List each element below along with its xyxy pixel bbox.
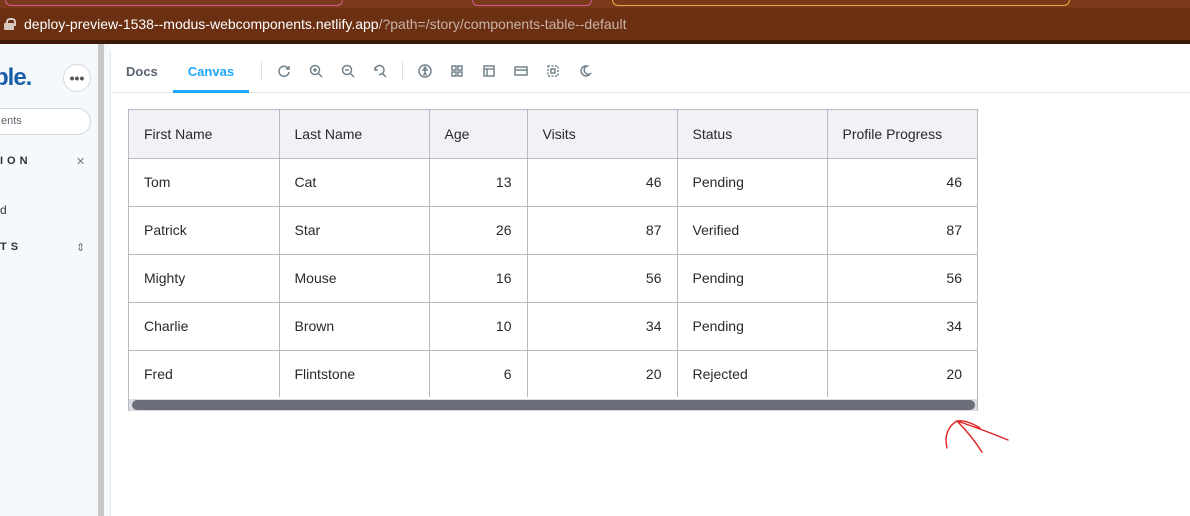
table-row: Fred Flintstone 6 20 Rejected 20 [129,350,977,397]
table-row: Patrick Star 26 87 Verified 87 [129,206,977,255]
address-bar[interactable]: deploy-preview-1538--modus-webcomponents… [0,8,1190,40]
table-row: Tom Cat 13 46 Pending 46 [129,158,977,207]
preview-panel: Docs Canvas First Name Last Name Age Vis… [110,50,1190,516]
table-cell: 34 [527,302,678,351]
table-cell: Rejected [677,350,828,397]
column-header[interactable]: Status [677,110,828,159]
storybook-sidebar: ble. ••• ents ION ✕ d TS ⇕ [0,44,98,516]
zoom-out-icon[interactable] [332,56,364,86]
table-cell: Pending [677,254,828,303]
data-table: First Name Last Name Age Visits Status P… [128,109,978,411]
browser-tab[interactable] [5,0,343,6]
table-cell: Tom [129,158,280,207]
accessibility-icon[interactable] [409,56,441,86]
table-cell: Mighty [129,254,280,303]
tab-docs[interactable]: Docs [111,50,173,93]
table-row: Mighty Mouse 16 56 Pending 56 [129,254,977,303]
table-cell: Patrick [129,206,280,255]
refresh-icon[interactable] [268,56,300,86]
browser-tab[interactable] [472,0,592,6]
outline-icon[interactable] [537,56,569,86]
table-cell: 87 [827,206,977,255]
table-header-row: First Name Last Name Age Visits Status P… [129,110,977,159]
table-cell: 10 [429,302,528,351]
table-cell: Flintstone [279,350,430,397]
expand-icon[interactable]: ⇕ [76,241,85,254]
table-cell: 20 [527,350,678,397]
table-cell: Pending [677,158,828,207]
table-cell: 56 [527,254,678,303]
table-cell: 20 [946,365,962,382]
table-cell: 46 [827,158,977,207]
preview-toolbar: Docs Canvas [111,50,1190,93]
url-text[interactable]: deploy-preview-1538--modus-webcomponents… [24,16,626,32]
column-header[interactable]: Visits [527,110,678,159]
table-cell: 26 [429,206,528,255]
dark-mode-icon[interactable] [569,56,601,86]
table-cell: 13 [429,158,528,207]
browser-divider [0,40,1190,44]
table-cell: 56 [827,254,977,303]
toolbar-divider [402,62,404,80]
column-header[interactable]: Last Name [279,110,430,159]
table-cell: 34 [827,302,977,351]
collapse-icon[interactable]: ✕ [76,155,85,168]
table-row: Charlie Brown 10 34 Pending 34 [129,302,977,351]
sidebar-section-header[interactable]: ION [0,155,32,167]
annotation-arrow [945,420,1009,453]
table-cell: 6 [429,350,528,397]
table-cell: Pending [677,302,828,351]
table-cell: Verified [677,206,828,255]
table-cell: 87 [527,206,678,255]
zoom-in-icon[interactable] [300,56,332,86]
browser-tab-strip [0,0,1190,8]
table-cell: 46 [527,158,678,207]
table-cell: Brown [279,302,430,351]
table-cell: Star [279,206,430,255]
table-cell: 16 [429,254,528,303]
sidebar-section-header[interactable]: TS [0,241,22,253]
column-header[interactable]: First Name [129,110,280,159]
horizontal-scrollbar[interactable] [129,399,977,411]
grid-icon[interactable] [441,56,473,86]
lock-icon [4,18,16,30]
toolbar-divider [261,62,263,80]
search-input[interactable]: ents [0,108,91,135]
more-options-button[interactable]: ••• [63,64,91,92]
zoom-reset-icon[interactable] [364,56,396,86]
background-icon[interactable] [473,56,505,86]
scrollbar-thumb[interactable] [132,400,975,410]
table-cell: Fred [129,350,280,397]
column-header[interactable]: Profile Progress [827,110,977,159]
tab-canvas[interactable]: Canvas [172,50,250,93]
storybook-logo[interactable]: ble. [0,64,32,92]
table-cell: Mouse [279,254,430,303]
sidebar-item[interactable]: d [0,203,7,217]
table-cell: Cat [279,158,430,207]
column-header[interactable]: Age [429,110,528,159]
browser-tab[interactable] [612,0,1070,6]
table-cell: Charlie [129,302,280,351]
viewport-icon[interactable] [505,56,537,86]
